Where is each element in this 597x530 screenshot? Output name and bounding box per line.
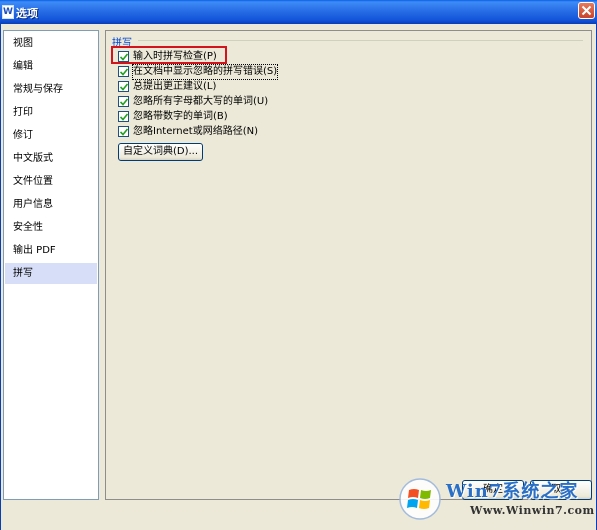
checkbox[interactable] (118, 126, 129, 137)
sidebar-item-view[interactable]: 视图 (5, 33, 97, 54)
spelling-panel: 拼写 输入时拼写检查(P) 在文档中显示忽略的拼写错误(S) 总提出更正建议(L… (105, 30, 592, 500)
option-label: 忽略所有字母都大写的单词(U) (133, 96, 269, 107)
sidebar-item-file-location[interactable]: 文件位置 (5, 171, 97, 192)
checkbox[interactable] (118, 111, 129, 122)
sidebar-item-general-save[interactable]: 常规与保存 (5, 79, 97, 100)
sidebar-item-edit[interactable]: 编辑 (5, 56, 97, 77)
options-sidebar: 视图 编辑 常规与保存 打印 修订 中文版式 文件位置 用户信息 安全性 输出 … (3, 30, 99, 500)
option-label: 忽略Internet或网络路径(N) (133, 126, 258, 137)
checkbox[interactable] (118, 96, 129, 107)
custom-dictionary-button[interactable]: 自定义词典(D)... (118, 143, 203, 161)
windows-logo-icon (399, 478, 441, 520)
option-label: 输入时拼写检查(P) (133, 51, 217, 62)
check-icon (120, 53, 128, 61)
watermark-title: Win7系统之家 (446, 481, 579, 502)
close-icon (581, 5, 592, 16)
option-label: 总提出更正建议(L) (133, 81, 217, 92)
app-icon: W (2, 5, 14, 19)
checkbox[interactable] (118, 81, 129, 92)
checkbox[interactable] (118, 51, 129, 62)
sidebar-item-spelling[interactable]: 拼写 (5, 263, 97, 284)
sidebar-item-export-pdf[interactable]: 输出 PDF (5, 240, 97, 261)
check-icon (120, 68, 128, 76)
window-title: 选项 (16, 7, 38, 20)
check-icon (120, 113, 128, 121)
check-icon (120, 128, 128, 136)
group-divider (138, 40, 583, 41)
sidebar-item-revision[interactable]: 修订 (5, 125, 97, 146)
title-bar: W 选项 (0, 0, 597, 24)
sidebar-item-print[interactable]: 打印 (5, 102, 97, 123)
checkbox[interactable] (118, 66, 129, 77)
close-button[interactable] (578, 2, 595, 19)
check-icon (120, 98, 128, 106)
option-label: 忽略带数字的单词(B) (133, 111, 228, 122)
sidebar-item-chinese-layout[interactable]: 中文版式 (5, 148, 97, 169)
watermark-url: Www.Winwin7.com (470, 504, 595, 517)
option-label: 在文档中显示忽略的拼写错误(S) (131, 64, 279, 80)
check-icon (120, 83, 128, 91)
watermark: Win7系统之家 Www.Winwin7.com (398, 473, 595, 525)
sidebar-item-security[interactable]: 安全性 (5, 217, 97, 238)
sidebar-item-user-info[interactable]: 用户信息 (5, 194, 97, 215)
